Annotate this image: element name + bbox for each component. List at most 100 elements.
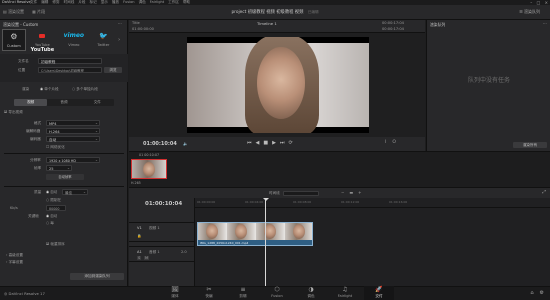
- page-color[interactable]: ◑ 调色: [296, 286, 326, 300]
- face-shape: [293, 224, 305, 239]
- resolution-select[interactable]: 1920 x 1080 HD ⌄: [46, 157, 100, 163]
- track-lock-icon[interactable]: 🔒: [137, 234, 141, 238]
- viewer-duration: 00:00:17:04: [382, 21, 404, 25]
- individual-clips-radio[interactable]: ○ 多个单独片段: [72, 87, 98, 92]
- zoom-slider-icon[interactable]: ▬: [349, 190, 353, 195]
- video-track-name[interactable]: 视频 1: [149, 226, 160, 231]
- face-shape: [235, 224, 247, 239]
- stop-icon[interactable]: ■: [263, 140, 268, 146]
- quality-auto-radio[interactable]: ◉ 自动: [46, 190, 57, 195]
- mark-in-icon[interactable]: I: [385, 140, 386, 145]
- codec-select[interactable]: H.264 ⌄: [46, 128, 100, 134]
- video-clip-name: IMG_1288_2056x1240_001.mp4: [200, 241, 249, 245]
- color-page-icon: ◑: [308, 286, 314, 293]
- timeline-ruler[interactable]: 01:00:00:00 01:00:04:00 01:00:08:00 01:0…: [195, 198, 550, 208]
- preset-twitter[interactable]: 🐦 Twitter: [91, 29, 117, 51]
- page-fusion[interactable]: ⬡ Fusion: [262, 286, 292, 300]
- add-to-queue-button[interactable]: 添加到渲染队列: [70, 273, 124, 280]
- tab-audio[interactable]: 音频: [47, 99, 80, 106]
- resolution-label: 分辨率: [30, 158, 41, 162]
- playhead[interactable]: [265, 198, 266, 286]
- go-to-end-icon[interactable]: ⏭: [280, 140, 285, 146]
- face-shape: [264, 224, 276, 239]
- video-clip[interactable]: IMG_1288_2056x1240_001.mp4: [197, 222, 313, 246]
- restrict-radio[interactable]: ○ 限制在: [46, 198, 61, 203]
- render-settings-toggle[interactable]: ▤ 渲染设置: [3, 9, 24, 15]
- clips-toggle[interactable]: ▦ 片段: [32, 9, 45, 15]
- more-options-icon[interactable]: ···: [543, 21, 547, 26]
- clip-thumbnail[interactable]: [131, 159, 167, 179]
- page-media[interactable]: 🖼 媒体: [160, 286, 190, 300]
- chevron-down-icon: ⌄: [94, 137, 98, 141]
- clip-frame: [198, 223, 227, 240]
- single-clip-radio[interactable]: ◉ 单个片段: [40, 87, 59, 92]
- subtitle-settings-toggle[interactable]: › 字幕设置: [6, 260, 23, 265]
- preset-youtube[interactable]: YouTube YouTube: [28, 29, 57, 53]
- file-section: 文件名 初级教程 位置 C:\Users\Desktop\初级教程 浏览: [0, 54, 128, 82]
- play-reverse-icon[interactable]: ◀: [256, 140, 260, 146]
- frame-reorder-checkbox[interactable]: ☑ 帧重排序: [46, 242, 65, 247]
- quality-select[interactable]: 最佳 ⌄: [62, 189, 88, 195]
- timeline-view-label: 时间线: [269, 191, 280, 195]
- page-fairlight[interactable]: ♫ Fairlight: [330, 286, 360, 300]
- audio-track-name[interactable]: 音频 1: [149, 250, 160, 255]
- more-options-icon[interactable]: ···: [118, 21, 122, 26]
- divider: [4, 153, 124, 154]
- queue-empty-text: 队列中没有任务: [467, 77, 510, 84]
- location-field[interactable]: C:\Users\Desktop\初级教程: [38, 67, 102, 73]
- page-edit[interactable]: ≡ 剪辑: [228, 286, 258, 300]
- playhead-handle-icon[interactable]: [262, 198, 269, 201]
- settings-gear-icon[interactable]: ⚙: [540, 290, 544, 296]
- advanced-settings-toggle[interactable]: › 高级设置: [6, 253, 23, 258]
- mark-out-icon[interactable]: O: [392, 140, 396, 145]
- page-cut[interactable]: ✂ 快编: [194, 286, 224, 300]
- filename-field[interactable]: 初级教程: [38, 58, 102, 64]
- timeline-settings-icon[interactable]: ⤢: [542, 189, 546, 195]
- mute-button[interactable]: M: [144, 256, 150, 260]
- timeline-view-select[interactable]: [282, 190, 319, 196]
- preset-scroll-icon[interactable]: ›: [118, 29, 126, 51]
- clip-strip-label: H.265: [131, 181, 141, 185]
- render-settings-panel: 渲染设置 - Custom ··· ⚙ Custom YouTube YouTu…: [0, 20, 128, 286]
- video-still: [187, 37, 369, 133]
- video-frame[interactable]: [187, 37, 369, 133]
- fairlight-page-icon: ♫: [342, 286, 348, 293]
- quality-label: 质量: [34, 190, 42, 194]
- fusion-page-icon: ⬡: [274, 286, 280, 293]
- render-all-button[interactable]: 渲染所有: [513, 142, 547, 148]
- solo-button[interactable]: S: [137, 256, 142, 260]
- zoom-in-icon[interactable]: +: [358, 190, 361, 195]
- loop-icon[interactable]: ⟳: [288, 140, 292, 146]
- network-optimize-checkbox[interactable]: ☐ 网络优化: [46, 145, 65, 150]
- tab-video[interactable]: 视频: [14, 99, 48, 106]
- clip-frame: [256, 223, 285, 240]
- audio-icon[interactable]: 🔈: [183, 141, 188, 146]
- encoder-select[interactable]: 自动 ⌄: [46, 136, 100, 142]
- play-icon[interactable]: ▶: [272, 140, 276, 146]
- in-out-controls: I O: [385, 140, 396, 145]
- preset-vimeo[interactable]: vimeo Vimeo: [59, 29, 88, 51]
- zoom-out-icon[interactable]: −: [341, 190, 344, 195]
- restrict-bitrate-field[interactable]: 80000: [46, 205, 66, 211]
- export-video-checkbox[interactable]: ☑ 导出视频: [4, 110, 23, 115]
- framerate-label: 帧率: [34, 166, 42, 170]
- timeline-name[interactable]: Timeline 1: [257, 21, 277, 26]
- bitrate-label: Kb/s: [10, 206, 18, 210]
- viewer-tc-right: 00:00:17:04: [382, 27, 404, 31]
- media-page-icon: 🖼: [171, 286, 179, 293]
- keyframe-every-radio[interactable]: ○ 每: [46, 221, 54, 226]
- app-version: ◎ DaVinci Resolve 17: [4, 291, 45, 296]
- go-to-start-icon[interactable]: ⏮: [247, 140, 252, 146]
- format-select[interactable]: MP4 ⌄: [46, 120, 100, 126]
- render-queue-toggle[interactable]: ☰ 渲染队列: [519, 9, 540, 14]
- project-title: project 初级教程 视频 初级教程 视频: [231, 10, 304, 15]
- home-icon[interactable]: ⌂: [530, 290, 533, 296]
- preset-custom[interactable]: ⚙ Custom: [2, 29, 26, 51]
- page-deliver[interactable]: 🚀 交付: [364, 286, 394, 300]
- browse-button[interactable]: 浏览: [104, 67, 122, 73]
- auto-framerate-toggle[interactable]: 自动帧率: [46, 174, 84, 180]
- tab-file[interactable]: 文件: [81, 99, 114, 106]
- framerate-select[interactable]: 25 ⌄: [46, 165, 72, 171]
- edit-page-icon: ≡: [240, 286, 246, 293]
- keyframe-auto-radio[interactable]: ◉ 自动: [46, 214, 57, 219]
